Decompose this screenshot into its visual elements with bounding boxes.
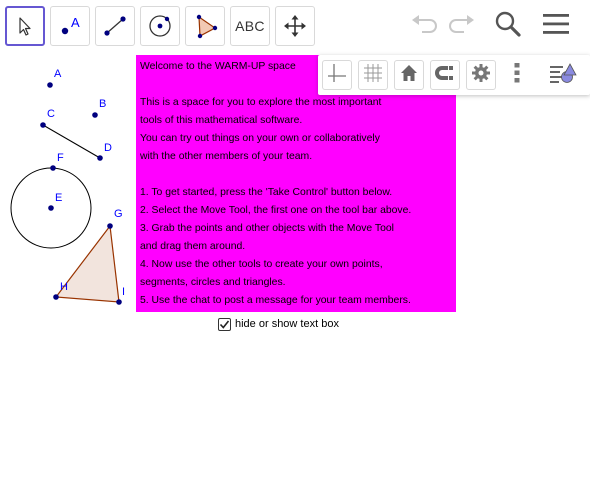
toggle-axes-button[interactable]	[322, 60, 352, 90]
label-h: H	[60, 281, 68, 293]
undo-icon	[409, 12, 439, 41]
textbox-line: 5. Use the chat to post a message for yo…	[140, 295, 411, 306]
search-button[interactable]	[490, 8, 526, 44]
more-vertical-icon	[513, 62, 521, 89]
label-g: G	[114, 208, 123, 220]
textbox-line: 2. Select the Move Tool, the first one o…	[140, 205, 412, 216]
point-f[interactable]	[50, 165, 56, 171]
textbox-line: 4. Now use the other tools to create you…	[140, 259, 383, 270]
toggle-grid-button[interactable]	[358, 60, 388, 90]
circle-center-icon	[145, 11, 175, 41]
home-icon	[399, 63, 419, 88]
label-a: A	[54, 68, 62, 80]
segment-cd[interactable]	[42, 124, 101, 159]
textbox-line: You can try out things on your own or co…	[140, 133, 380, 144]
grid-icon	[362, 62, 384, 89]
search-icon	[493, 9, 523, 44]
point-h[interactable]	[53, 294, 59, 300]
move-tool-button[interactable]	[5, 6, 45, 46]
textbox-line: and drag them around.	[140, 241, 246, 252]
move-graphics-view-tool-button[interactable]	[275, 6, 315, 46]
polygon-tool-button[interactable]	[185, 6, 225, 46]
textbox-line	[140, 166, 452, 184]
cursor-arrow-icon	[14, 15, 36, 37]
settings-gear-icon	[471, 63, 491, 88]
main-menu-button[interactable]	[538, 8, 574, 44]
label-c: C	[47, 108, 55, 120]
point-e[interactable]	[48, 205, 54, 211]
label-f: F	[57, 152, 64, 164]
checkbox-label: hide or show text box	[235, 318, 339, 330]
menu-icon	[541, 11, 571, 42]
redo-button[interactable]	[444, 8, 480, 44]
circle-tool-button[interactable]	[140, 6, 180, 46]
textbox-line: This is a space for you to explore the m…	[140, 97, 382, 108]
undo-button[interactable]	[406, 8, 442, 44]
toolbar: A ABC	[0, 0, 590, 52]
magnet-icon	[434, 62, 456, 89]
checkmark-icon	[219, 320, 230, 329]
label-i: I	[122, 286, 126, 298]
segment-tool-button[interactable]	[95, 6, 135, 46]
axes-icon	[326, 62, 348, 89]
hide-show-textbox-checkbox[interactable]: hide or show text box	[218, 316, 339, 332]
point-a[interactable]	[47, 82, 53, 88]
move-arrows-icon	[282, 13, 308, 39]
label-e: E	[55, 192, 63, 204]
checkbox-box[interactable]	[218, 317, 231, 331]
textbox-line: with the other members of your team.	[140, 151, 313, 162]
standard-view-button[interactable]	[394, 60, 424, 90]
graphics-style-bar	[318, 55, 590, 95]
polygon-icon	[190, 11, 220, 41]
point-d[interactable]	[97, 155, 103, 161]
point-tool-letter: A	[71, 15, 80, 30]
segment-icon	[100, 11, 130, 41]
point-g[interactable]	[107, 223, 113, 229]
algebra-view-toggle-button[interactable]	[548, 60, 578, 90]
graphics-settings-button[interactable]	[466, 60, 496, 90]
point-tool-button[interactable]: A	[50, 6, 90, 46]
point-b[interactable]	[92, 112, 98, 118]
redo-icon	[447, 12, 477, 41]
point-icon: A	[55, 11, 85, 41]
label-b: B	[99, 98, 107, 110]
textbox-line: 1. To get started, press the 'Take Contr…	[140, 187, 393, 198]
point-c[interactable]	[40, 122, 46, 128]
textbox-line: 3. Grab the points and other objects wit…	[140, 223, 394, 234]
point-capturing-button[interactable]	[430, 60, 460, 90]
algebra-view-toggle-icon	[548, 61, 578, 90]
point-i[interactable]	[116, 299, 122, 305]
text-abc-icon: ABC	[235, 18, 265, 34]
text-tool-button[interactable]: ABC	[230, 6, 270, 46]
textbox-line: segments, circles and triangles.	[140, 277, 286, 288]
textbox-line: tools of this mathematical software.	[140, 115, 303, 126]
label-d: D	[104, 142, 112, 154]
more-options-button[interactable]	[502, 60, 532, 90]
